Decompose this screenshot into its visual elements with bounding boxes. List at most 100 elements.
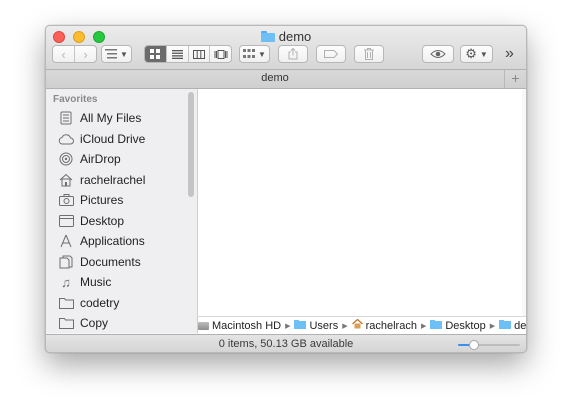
sidebar: Favorites All My Files iCloud Drive AirD…	[46, 89, 198, 333]
folder-icon	[58, 315, 74, 331]
finder-window: demo ‹ › ▼ ▼ ⚙ ▼ » demo + Favorites All …	[45, 25, 527, 353]
sidebar-item-all-my-files[interactable]: All My Files	[58, 108, 141, 128]
sidebar-item-applications[interactable]: Applications	[58, 231, 145, 251]
sidebar-item-label: iCloud Drive	[80, 132, 146, 146]
path-item-users[interactable]: Users	[294, 319, 338, 332]
quick-look-button[interactable]	[422, 45, 454, 63]
column-view-button[interactable]	[189, 46, 211, 62]
action-button[interactable]: ⚙ ▼	[460, 45, 493, 63]
share-button[interactable]	[278, 45, 308, 63]
folder-icon	[294, 319, 307, 332]
sidebar-item-label: Desktop	[80, 214, 125, 228]
sidebar-scrollbar[interactable]	[188, 92, 194, 197]
new-tab-button[interactable]: +	[504, 70, 526, 88]
window-title-text: demo	[278, 29, 312, 44]
airdrop-icon	[58, 151, 74, 167]
all-files-icon	[58, 110, 74, 126]
content-scrollbar[interactable]	[522, 89, 526, 316]
path-item-label: Desktop	[445, 319, 486, 332]
column-view-icon	[192, 49, 205, 59]
folder-icon	[260, 31, 275, 42]
sidebar-item-icloud-drive[interactable]: iCloud Drive	[58, 129, 145, 149]
list-view-button[interactable]	[167, 46, 189, 62]
chevron-down-icon: ▼	[479, 49, 488, 59]
path-separator-icon: ▶	[285, 322, 291, 330]
path-item-macintosh-hd[interactable]: Macintosh HD	[198, 320, 281, 332]
path-item-label: demo	[514, 319, 526, 332]
tags-button[interactable]	[316, 45, 346, 63]
group-by-button[interactable]: ▼	[239, 45, 270, 63]
sidebar-heading-favorites: Favorites	[53, 94, 98, 105]
path-bar: Macintosh HD ▶ Users ▶ rachelrach ▶ Desk…	[198, 316, 526, 334]
tag-icon	[324, 50, 338, 58]
back-button[interactable]: ‹	[53, 46, 75, 62]
toolbar: demo ‹ › ▼ ▼ ⚙ ▼ »	[46, 26, 526, 70]
navigation-buttons: ‹ ›	[52, 45, 97, 63]
chevron-down-icon: ▼	[258, 49, 266, 59]
path-item-label: Users	[309, 319, 339, 332]
camera-icon	[58, 192, 74, 208]
sidebar-item-label: Applications	[80, 234, 145, 248]
path-separator-icon: ▶	[489, 322, 496, 330]
sidebar-item-label: AirDrop	[80, 152, 121, 166]
forward-button[interactable]: ›	[75, 46, 96, 62]
tab-demo[interactable]: demo	[46, 72, 504, 84]
desktop-icon	[58, 213, 74, 229]
home-icon	[58, 172, 74, 188]
toolbar-overflow-button[interactable]: »	[505, 45, 514, 63]
eye-icon	[430, 50, 446, 58]
home-icon	[351, 318, 363, 332]
documents-icon	[58, 254, 74, 270]
path-item-rachelrachel[interactable]: rachelrach	[351, 318, 417, 332]
share-icon	[288, 48, 298, 60]
sidebar-item-label: Pictures	[80, 193, 124, 207]
folder-icon	[430, 319, 443, 332]
path-item-label: Macintosh HD	[212, 319, 282, 332]
icon-size-slider-knob[interactable]	[468, 340, 479, 350]
cover-flow-button[interactable]	[210, 46, 231, 62]
sidebar-item-documents[interactable]: Documents	[58, 252, 141, 272]
music-icon: ♫	[61, 274, 71, 290]
sidebar-item-desktop[interactable]: Desktop	[58, 211, 124, 231]
file-browser-area[interactable]	[198, 89, 526, 316]
list-view-icon	[171, 49, 183, 59]
status-bar: 0 items, 50.13 GB available	[46, 334, 526, 352]
path-item-label: rachelrach	[365, 319, 417, 332]
sidebar-item-label: All My Files	[80, 111, 142, 125]
arrange-button[interactable]: ▼	[101, 45, 132, 63]
sidebar-item-codetry[interactable]: codetry	[58, 293, 119, 313]
group-grid-icon	[243, 49, 256, 58]
path-item-desktop[interactable]: Desktop	[430, 319, 486, 332]
trash-icon	[364, 48, 374, 60]
folder-icon	[499, 319, 512, 332]
sidebar-item-rachelrachel[interactable]: rachelrachel	[58, 170, 145, 190]
gear-icon: ⚙	[465, 46, 477, 61]
icon-view-button[interactable]	[145, 46, 167, 62]
trash-button[interactable]	[354, 45, 384, 63]
cover-flow-icon	[214, 49, 228, 59]
sidebar-item-label: rachelrachel	[80, 173, 146, 187]
tab-bar: demo +	[46, 70, 526, 89]
path-separator-icon: ▶	[420, 322, 427, 330]
sidebar-item-copy[interactable]: Copy	[58, 313, 108, 333]
sidebar-item-label: codetry	[80, 296, 120, 310]
sidebar-item-airdrop[interactable]: AirDrop	[58, 149, 121, 169]
icon-grid-icon	[150, 49, 161, 59]
sidebar-item-label: Copy	[80, 316, 109, 330]
path-item-demo[interactable]: demo	[499, 319, 526, 332]
folder-icon	[58, 295, 74, 311]
sidebar-item-label: Music	[80, 275, 112, 289]
sidebar-item-pictures[interactable]: Pictures	[58, 190, 123, 210]
chevron-down-icon: ▼	[120, 49, 128, 59]
list-arrange-icon	[105, 49, 118, 59]
sidebar-item-music[interactable]: ♫ Music	[58, 272, 111, 292]
hard-drive-icon	[198, 321, 209, 330]
path-separator-icon: ▶	[342, 322, 348, 330]
chevron-left-icon: ‹	[61, 46, 66, 62]
icon-size-slider[interactable]	[458, 340, 520, 350]
view-mode-control	[144, 45, 232, 63]
applications-icon	[58, 233, 74, 249]
window-title: demo	[46, 29, 526, 44]
chevron-right-icon: ›	[83, 46, 88, 62]
sidebar-item-label: Documents	[80, 255, 141, 269]
